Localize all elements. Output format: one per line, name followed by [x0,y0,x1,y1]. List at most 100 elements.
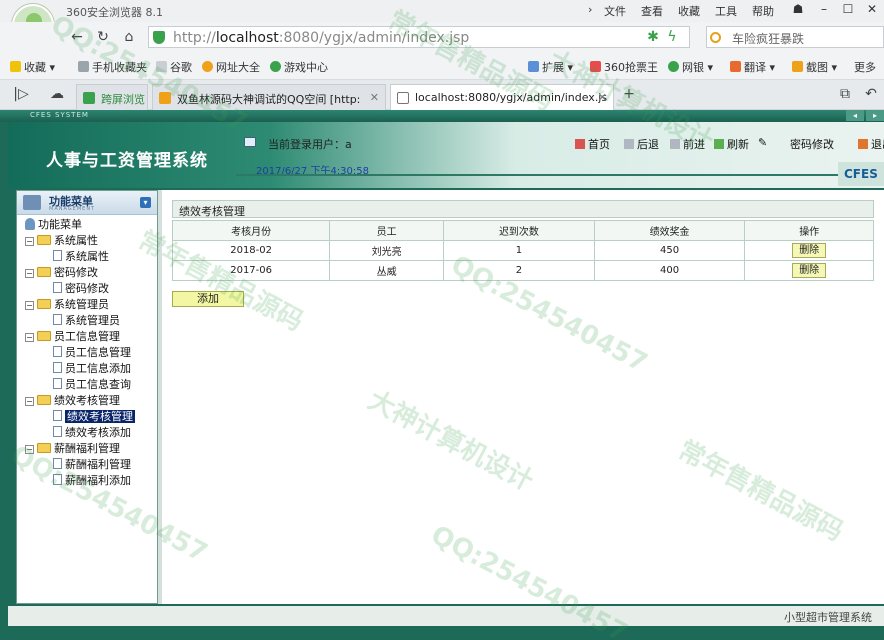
collapse-node-icon[interactable]: − [25,237,34,246]
forward-link[interactable]: 前进 [670,136,705,152]
favorites-button[interactable]: 收藏 ▾ [10,59,55,75]
sidebar-toggle-icon[interactable]: |▷ [12,85,30,103]
panel-title: 绩效考核管理 [172,200,874,218]
collapse-icon[interactable]: ▾ [140,197,151,208]
tree-item-salary-manage[interactable]: 薪酬福利管理 [53,457,131,473]
document-icon [53,378,62,389]
menu-file[interactable]: 文件 [604,3,626,19]
search-box[interactable]: 车险疯狂暴跌 [706,26,884,48]
menu-view[interactable]: 查看 [641,3,663,19]
collapse-node-icon[interactable]: − [25,269,34,278]
delete-button[interactable]: 删除 [792,263,827,278]
brand-label: CFES [838,162,884,186]
browser-name: 360安全浏览器 8.1 [66,6,163,19]
bank-button[interactable]: 网银 ▾ [668,59,713,75]
more-button[interactable]: 更多 [854,59,876,75]
ticket-button[interactable]: 360抢票王 [590,59,658,75]
tree-item-salary-add[interactable]: 薪酬福利添加 [53,473,131,489]
column-header: 考核月份 [171,220,331,241]
tree-root[interactable]: 功能菜单 [25,217,82,233]
tree-item-performance-manage[interactable]: 绩效考核管理 [53,409,135,425]
tree-item-admin[interactable]: 系统管理员 [53,313,120,329]
reload-icon[interactable]: ↻ [94,28,112,46]
skin-icon[interactable]: ☗ [786,0,810,18]
tree-item-employee-add[interactable]: 员工信息添加 [53,361,131,377]
tree-group-salary[interactable]: − 薪酬福利管理 [25,441,120,457]
back-icon[interactable]: ← [68,28,86,46]
back-link[interactable]: 后退 [624,136,659,152]
tree-group-admin[interactable]: − 系统管理员 [25,297,109,313]
tree-group-performance[interactable]: − 绩效考核管理 [25,393,120,409]
cell-month: 2018-02 [171,240,331,261]
add-button[interactable]: 添加 [172,291,244,307]
tree-group-employee[interactable]: − 员工信息管理 [25,329,120,345]
translate-icon [730,61,741,72]
tab-qq-space[interactable]: 双鱼林源码大神调试的QQ空间 [http: ✕ [152,84,386,110]
translate-button[interactable]: 翻译 ▾ [730,59,775,75]
site-directory-link[interactable]: 网址大全 [202,59,260,75]
delete-button[interactable]: 删除 [792,243,827,258]
undo-icon[interactable]: ↶ [862,85,880,103]
home-icon [575,139,585,149]
tab-cross-screen[interactable]: 跨屏浏览 [76,84,148,110]
change-password-link[interactable]: 密码修改 [790,136,834,152]
cell-late: 1 [443,240,595,261]
document-icon [53,410,62,421]
refresh-icon [714,139,724,149]
tree-group-system-props[interactable]: − 系统属性 [25,233,98,249]
home-icon[interactable]: ⌂ [120,28,138,46]
scroll-left-icon[interactable]: ◂ [846,110,864,121]
folder-icon [37,235,51,245]
logout-link[interactable]: 退出 [858,136,884,152]
chevron-right-icon[interactable]: › [588,3,592,16]
address-bar[interactable]: http://localhost:8080/ygjx/admin/index.j… [148,26,690,48]
tree-item-performance-add[interactable]: 绩效考核添加 [53,425,131,441]
screenshot-button[interactable]: 截图 ▾ [792,59,837,75]
menu-tools[interactable]: 工具 [715,3,737,19]
new-tab-icon[interactable]: + [620,85,638,103]
tree-item-password[interactable]: 密码修改 [53,281,109,297]
browser-title-bar: 360安全浏览器 8.1 › 文件 查看 收藏 工具 帮助 ☗ – ☐ ✕ [0,0,884,46]
close-tab-icon[interactable]: ✕ [370,91,379,104]
menu-favorites[interactable]: 收藏 [678,3,700,19]
mobile-favorites-link[interactable]: 手机收藏夹 [78,59,147,75]
tree-item-system-props[interactable]: 系统属性 [53,249,109,265]
edit-icon[interactable]: ✎ [758,136,767,149]
collapse-node-icon[interactable]: − [25,301,34,310]
collapse-node-icon[interactable]: − [25,445,34,454]
main-content: 绩效考核管理 考核月份 员工 迟到次数 绩效奖金 操作 2018-02 刘光亮 … [162,190,884,604]
close-icon[interactable]: ✕ [860,0,884,18]
search-input[interactable]: 车险疯狂暴跌 [732,30,804,47]
column-header: 员工 [329,220,445,241]
collapse-node-icon[interactable]: − [25,397,34,406]
google-link[interactable]: 谷歌 [156,59,192,75]
tab-bar: |▷ ☁ 跨屏浏览 双鱼林源码大神调试的QQ空间 [http: ✕ localho… [0,80,884,110]
collapse-node-icon[interactable]: − [25,333,34,342]
maximize-icon[interactable]: ☐ [836,0,860,18]
game-center-link[interactable]: 游戏中心 [270,59,328,75]
restore-tab-icon[interactable]: ⧉ [836,85,854,103]
close-tab-icon[interactable]: ✕ [598,91,607,104]
lightning-icon[interactable]: ϟ [663,28,681,46]
cloud-icon[interactable]: ☁ [48,85,66,103]
app-footer: 小型超市管理系统 [8,606,884,626]
menu-help[interactable]: 帮助 [752,3,774,19]
security-shield-icon [153,31,165,44]
refresh-link[interactable]: 刷新 [714,136,749,152]
tree-item-employee-manage[interactable]: 员工信息管理 [53,345,131,361]
url-text[interactable]: http://localhost:8080/ygjx/admin/index.j… [173,30,469,46]
cell-employee: 刘光亮 [329,240,445,261]
extensions-button[interactable]: 扩展 ▾ [528,59,573,75]
accelerate-icon[interactable]: ✱ [644,28,662,46]
tree-group-password[interactable]: − 密码修改 [25,265,98,281]
page-icon [156,61,167,72]
minimize-icon[interactable]: – [812,0,836,18]
cell-action: 删除 [744,260,874,281]
cell-month: 2017-06 [171,260,331,281]
home-link[interactable]: 首页 [575,136,610,152]
tree-item-employee-query[interactable]: 员工信息查询 [53,377,131,393]
header-toolbar: 当前登录用户：a 2017/6/27 下午4:30:58 首页 后退 前进 刷新… [236,128,884,177]
scroll-right-icon[interactable]: ▸ [866,110,884,121]
tab-localhost[interactable]: localhost:8080/ygjx/admin/index.js ✕ [390,84,614,110]
table-header-row: 考核月份 员工 迟到次数 绩效奖金 操作 [171,220,874,241]
